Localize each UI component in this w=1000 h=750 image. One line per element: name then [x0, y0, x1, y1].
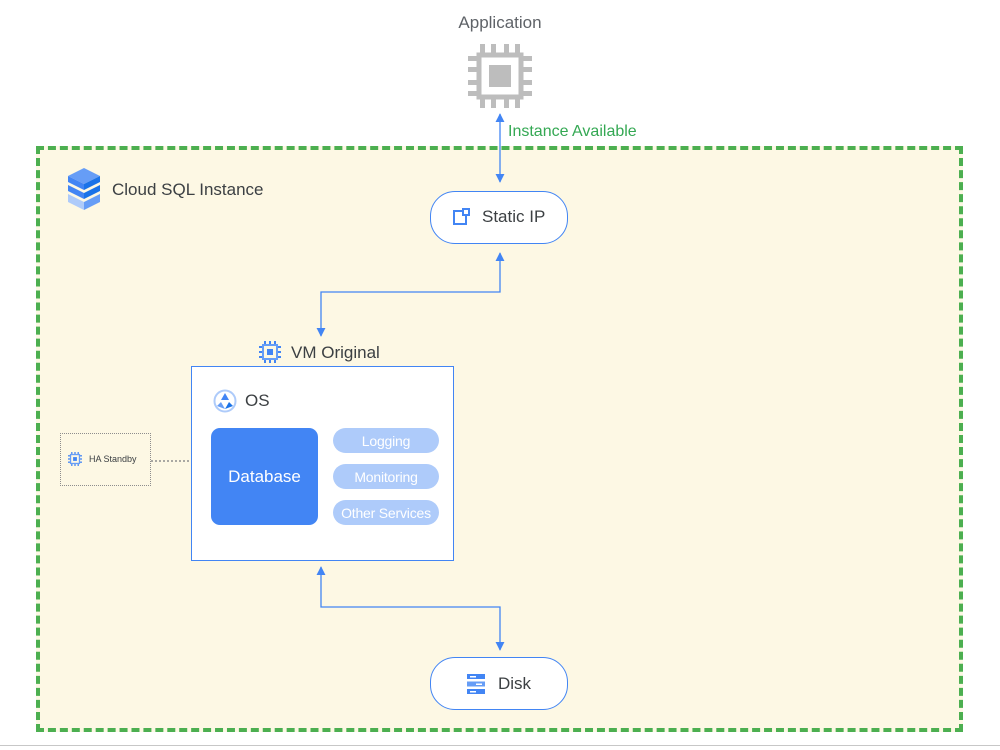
application-title: Application: [458, 13, 542, 32]
os-label: OS: [245, 391, 270, 410]
database-block: Database: [211, 428, 318, 525]
compute-chip-icon: [468, 44, 532, 108]
static-ip-label: Static IP: [482, 207, 546, 226]
ha-standby-label: HA Standby: [89, 454, 137, 464]
instance-available-label: Instance Available: [508, 123, 637, 140]
service-logging: Logging: [333, 428, 439, 453]
static-ip-icon: [453, 208, 470, 225]
disk-label: Disk: [498, 674, 532, 693]
vm-title: VM Original: [291, 343, 380, 362]
database-label: Database: [228, 466, 301, 486]
disk-icon: [467, 674, 485, 694]
ha-standby-chip-icon: [68, 452, 82, 466]
os-icon: [213, 389, 237, 413]
vm-chip-icon: [259, 341, 281, 363]
bottom-divider: [0, 745, 1000, 746]
cloud-sql-instance-title: Cloud SQL Instance: [112, 180, 264, 199]
architecture-diagram: Application Instance Available Cloud SQL…: [0, 0, 1000, 750]
service-other-services: Other Services: [333, 500, 439, 525]
service-monitoring: Monitoring: [333, 464, 439, 489]
cloud-sql-icon: [68, 168, 100, 210]
